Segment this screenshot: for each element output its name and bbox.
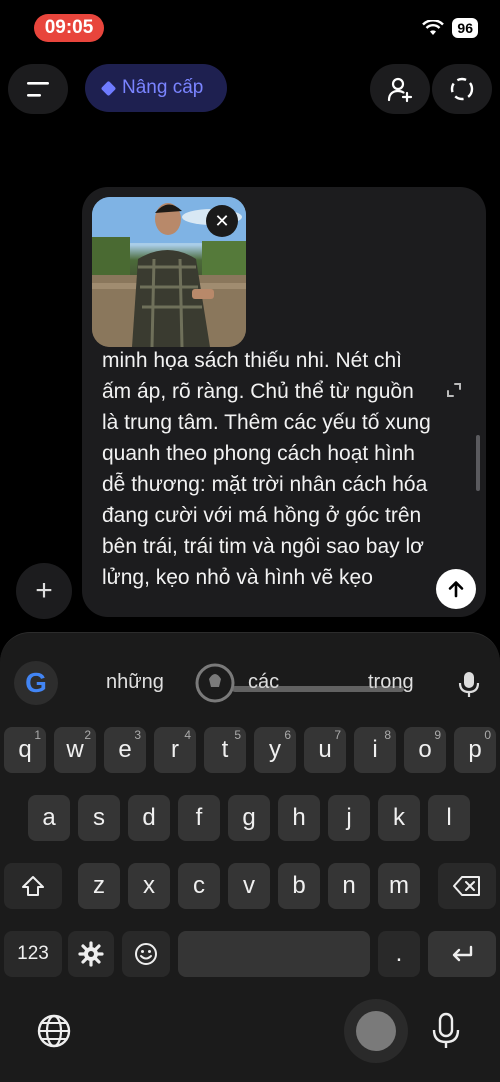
spacebar[interactable] <box>178 931 370 977</box>
key-j[interactable]: j <box>328 795 370 841</box>
key-a[interactable]: a <box>28 795 70 841</box>
key-o[interactable]: o9 <box>404 727 446 773</box>
key-h[interactable]: h <box>278 795 320 841</box>
key-t[interactable]: t5 <box>204 727 246 773</box>
backspace-key[interactable] <box>438 863 496 909</box>
smiley-icon <box>135 943 157 965</box>
suggestion-3[interactable]: trong <box>368 671 414 694</box>
microphone-icon[interactable] <box>454 669 484 699</box>
prompt-composer: ✕ minh họa sách thiếu nhi. Nét chì ấm áp… <box>82 187 486 617</box>
diamond-icon <box>100 80 117 96</box>
temporary-chat-button[interactable] <box>432 64 492 114</box>
backspace-icon <box>453 876 480 896</box>
key-s[interactable]: s <box>78 795 120 841</box>
battery-level: 96 <box>452 18 478 38</box>
assistant-button[interactable] <box>344 999 408 1063</box>
assistant-icon <box>356 1011 396 1051</box>
key-g[interactable]: g <box>228 795 270 841</box>
shift-icon <box>22 876 44 896</box>
dashed-circle-icon <box>450 77 474 101</box>
suggestion-1[interactable]: những <box>106 671 164 694</box>
suggestion-bar: G những các trong <box>0 661 500 713</box>
key-i[interactable]: i8 <box>354 727 396 773</box>
key-u[interactable]: u7 <box>304 727 346 773</box>
gear-icon <box>78 941 104 967</box>
key-n[interactable]: n <box>328 863 370 909</box>
key-k[interactable]: k <box>378 795 420 841</box>
add-attachment-button[interactable]: + <box>16 563 72 619</box>
scrollbar[interactable] <box>476 435 480 491</box>
key-w[interactable]: w2 <box>54 727 96 773</box>
key-f[interactable]: f <box>178 795 220 841</box>
remove-image-button[interactable]: ✕ <box>206 205 238 237</box>
key-r[interactable]: r4 <box>154 727 196 773</box>
expand-icon <box>447 383 461 397</box>
suggestion-2[interactable]: các <box>248 671 279 694</box>
shift-key[interactable] <box>4 863 62 909</box>
numbers-key[interactable]: 123 <box>4 931 62 977</box>
prompt-input[interactable]: minh họa sách thiếu nhi. Nét chì ấm áp, … <box>102 345 432 617</box>
add-person-icon <box>387 77 413 103</box>
enter-icon <box>452 945 473 962</box>
key-b[interactable]: b <box>278 863 320 909</box>
enter-key[interactable] <box>428 931 496 977</box>
expand-button[interactable] <box>436 372 472 408</box>
key-v[interactable]: v <box>228 863 270 909</box>
key-p[interactable]: p0 <box>454 727 496 773</box>
google-icon[interactable]: G <box>14 661 58 705</box>
status-time: 09:05 <box>34 14 104 42</box>
upgrade-button[interactable]: Nâng cấp <box>85 64 227 112</box>
on-screen-keyboard: G những các trong q1 w2 e3 r4 t5 y6 u7 i… <box>0 632 500 1082</box>
key-x[interactable]: x <box>128 863 170 909</box>
dictation-mic-icon[interactable] <box>428 1011 464 1051</box>
plus-icon: + <box>35 574 53 607</box>
period-key[interactable]: . <box>378 931 420 977</box>
upgrade-label: Nâng cấp <box>122 77 204 98</box>
key-q[interactable]: q1 <box>4 727 46 773</box>
emoji-key[interactable] <box>122 931 170 977</box>
key-l[interactable]: l <box>428 795 470 841</box>
close-icon: ✕ <box>214 210 230 231</box>
key-d[interactable]: d <box>128 795 170 841</box>
status-indicators: 96 <box>422 18 478 38</box>
globe-icon[interactable] <box>34 1011 74 1051</box>
key-c[interactable]: c <box>178 863 220 909</box>
menu-button[interactable] <box>8 64 68 114</box>
key-y[interactable]: y6 <box>254 727 296 773</box>
settings-key[interactable] <box>68 931 114 977</box>
key-m[interactable]: m <box>378 863 420 909</box>
menu-icon <box>27 82 49 97</box>
key-e[interactable]: e3 <box>104 727 146 773</box>
key-z[interactable]: z <box>78 863 120 909</box>
send-button[interactable] <box>436 569 476 609</box>
arrow-up-icon <box>448 581 464 598</box>
add-person-button[interactable] <box>370 64 430 114</box>
wifi-icon <box>422 20 445 35</box>
